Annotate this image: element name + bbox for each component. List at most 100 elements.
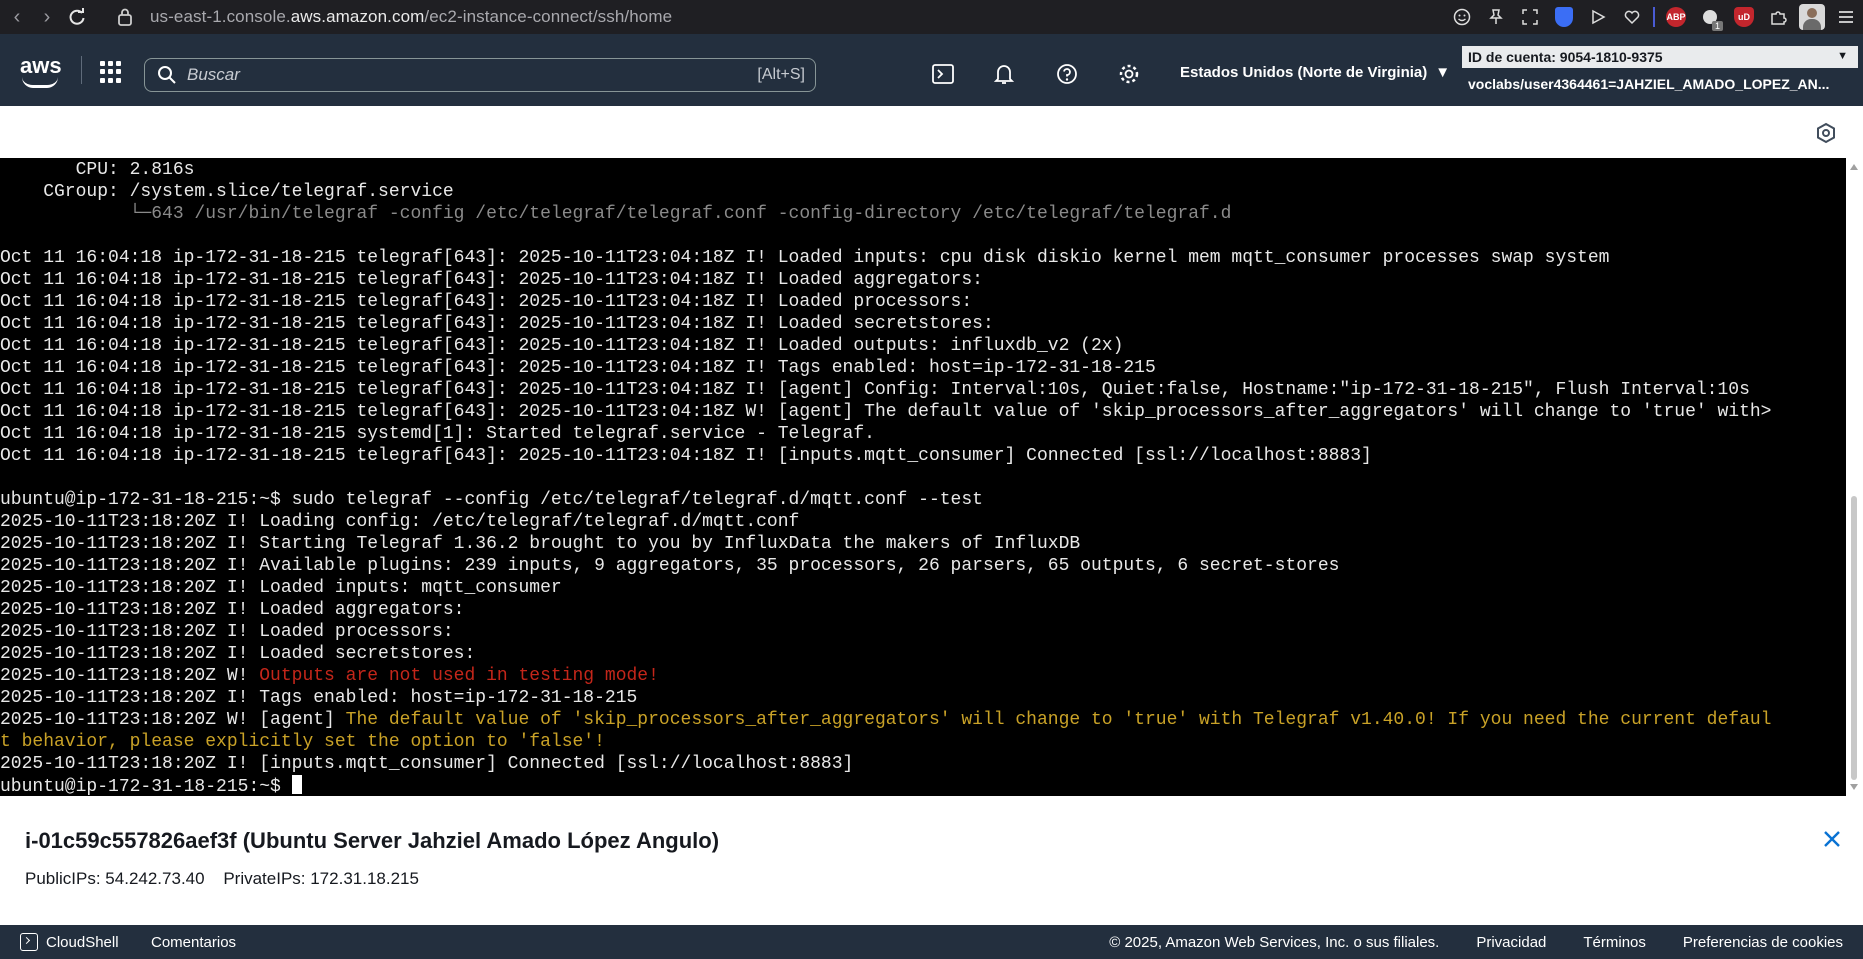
terminal-line: CGroup: /system.slice/telegraf.service <box>0 181 1772 203</box>
reload-icon[interactable] <box>64 4 90 30</box>
extensions-puzzle-icon[interactable] <box>1761 0 1795 34</box>
terminal-line: 2025-10-11T23:18:20Z I! Loading config: … <box>0 511 1772 533</box>
settings-gear-icon[interactable] <box>1114 59 1144 89</box>
terminal-line: 2025-10-11T23:18:20Z W! Outputs are not … <box>0 665 1772 687</box>
terminal-line: 2025-10-11T23:18:20Z I! Tags enabled: ho… <box>0 687 1772 709</box>
terminal-line-text: 2025-10-11T23:18:20Z I! Loaded aggregato… <box>0 600 465 620</box>
terminal-line-text: CPU: 2.816s <box>0 160 195 180</box>
region-selector[interactable]: Estados Unidos (Norte de Virginia) ▼ <box>1180 64 1450 81</box>
terms-link[interactable]: Términos <box>1583 934 1646 951</box>
terminal-line-text: 2025-10-11T23:18:20Z I! Starting Telegra… <box>0 534 1081 554</box>
terminal-line-text: Oct 11 16:04:18 ip-172-31-18-215 telegra… <box>0 270 983 290</box>
feedback-link[interactable]: Comentarios <box>151 934 236 951</box>
terminal-output: CPU: 2.816s CGroup: /system.slice/telegr… <box>0 159 1772 796</box>
terminal-line: ubuntu@ip-172-31-18-215:~$ <box>0 775 1772 796</box>
url-path: /ec2-instance-connect/ssh/home <box>424 7 673 26</box>
terminal-line: 2025-10-11T23:18:20Z I! Loaded inputs: m… <box>0 577 1772 599</box>
terminal-line-highlight: Outputs are not used in testing mode! <box>259 666 659 686</box>
cloudshell-button[interactable]: CloudShell <box>20 933 119 951</box>
notification-extension-icon[interactable]: 1 <box>1693 0 1727 34</box>
help-icon[interactable] <box>1052 59 1082 89</box>
scroll-up-icon[interactable] <box>1850 164 1858 170</box>
terminal-line-text: 2025-10-11T23:18:20Z I! [inputs.mqtt_con… <box>0 754 854 774</box>
separator <box>1649 0 1659 34</box>
bitwarden-icon[interactable] <box>1547 0 1581 34</box>
terminal-line-text: 2025-10-11T23:18:20Z I! Available plugin… <box>0 556 1340 576</box>
terminal-line-text: ubuntu@ip-172-31-18-215:~$ <box>0 777 292 796</box>
terminal-line-text: 2025-10-11T23:18:20Z I! Loaded inputs: m… <box>0 578 562 598</box>
terminal-cursor <box>291 775 302 794</box>
close-icon[interactable] <box>1821 828 1843 850</box>
search-input[interactable]: Buscar [Alt+S] <box>144 58 816 92</box>
terminal-line: 2025-10-11T23:18:20Z I! Loaded secretsto… <box>0 643 1772 665</box>
terminal-line-text: 2025-10-11T23:18:20Z I! Loaded processor… <box>0 622 454 642</box>
search-placeholder: Buscar <box>187 65 240 84</box>
settings-hex-icon[interactable] <box>1815 122 1837 144</box>
aws-top-navigation: aws Buscar [Alt+S] Estados Unidos (Norte… <box>0 34 1863 106</box>
menu-icon[interactable] <box>1829 0 1863 34</box>
terminal-line: 2025-10-11T23:18:20Z I! Starting Telegra… <box>0 533 1772 555</box>
terminal-line-text: Oct 11 16:04:18 ip-172-31-18-215 telegra… <box>0 336 1124 356</box>
terminal-line-text: Oct 11 16:04:18 ip-172-31-18-215 telegra… <box>0 380 1750 400</box>
terminal-line: 2025-10-11T23:18:20Z I! [inputs.mqtt_con… <box>0 753 1772 775</box>
terminal-line-text: 2025-10-11T23:18:20Z I! Tags enabled: ho… <box>0 688 638 708</box>
connect-toolbar <box>0 106 1863 158</box>
forward-icon[interactable]: › <box>34 4 60 30</box>
instance-info-panel: i-01c59c557826aef3f (Ubuntu Server Jahzi… <box>0 796 1863 925</box>
ublock-origin-icon[interactable]: uD <box>1727 0 1761 34</box>
terminal-line: ubuntu@ip-172-31-18-215:~$ sudo telegraf… <box>0 489 1772 511</box>
cloudshell-icon[interactable] <box>928 59 958 89</box>
terminal-line: Oct 11 16:04:18 ip-172-31-18-215 telegra… <box>0 357 1772 379</box>
terminal-line-text: Oct 11 16:04:18 ip-172-31-18-215 telegra… <box>0 248 1610 268</box>
terminal-line: 2025-10-11T23:18:20Z I! Loaded aggregato… <box>0 599 1772 621</box>
back-icon[interactable]: ‹ <box>4 4 30 30</box>
terminal-line: Oct 11 16:04:18 ip-172-31-18-215 telegra… <box>0 379 1772 401</box>
profile-avatar[interactable] <box>1795 0 1829 34</box>
caret-down-icon: ▼ <box>1435 64 1451 81</box>
cookie-preferences-link[interactable]: Preferencias de cookies <box>1683 934 1843 951</box>
region-label: Estados Unidos (Norte de Virginia) <box>1180 64 1428 81</box>
terminal-line-text: CGroup: /system.slice/telegraf.service <box>0 182 454 202</box>
terminal-line: Oct 11 16:04:18 ip-172-31-18-215 telegra… <box>0 313 1772 335</box>
terminal-line-text: Oct 11 16:04:18 ip-172-31-18-215 telegra… <box>0 314 994 334</box>
ssh-terminal[interactable]: CPU: 2.816s CGroup: /system.slice/telegr… <box>0 158 1846 796</box>
terminal-line: └─643 /usr/bin/telegraf -config /etc/tel… <box>0 203 1772 225</box>
account-id: ID de cuenta: 9054-1810-9375 <box>1468 49 1663 65</box>
terminal-line: Oct 11 16:04:18 ip-172-31-18-215 telegra… <box>0 445 1772 467</box>
terminal-line-highlight: The default value of 'skip_processors_af… <box>345 710 1772 730</box>
adblock-plus-icon[interactable]: ABP <box>1659 0 1693 34</box>
privacy-link[interactable]: Privacidad <box>1476 934 1546 951</box>
screenshot-icon[interactable] <box>1513 0 1547 34</box>
notifications-bell-icon[interactable] <box>989 59 1019 89</box>
user-identity: voclabs/user4364461=JAHZIEL_AMADO_LOPEZ_… <box>1468 76 1830 92</box>
aws-logo[interactable]: aws <box>20 53 62 88</box>
pin-icon[interactable] <box>1479 0 1513 34</box>
play-icon[interactable] <box>1581 0 1615 34</box>
terminal-line-text: 2025-10-11T23:18:20Z I! Loading config: … <box>0 512 800 532</box>
smiley-icon[interactable] <box>1445 0 1479 34</box>
public-ips: PublicIPs: 54.242.73.40 <box>25 869 205 888</box>
address-bar[interactable]: us-east-1.console.aws.amazon.com/ec2-ins… <box>150 7 672 27</box>
terminal-line-text: Oct 11 16:04:18 ip-172-31-18-215 telegra… <box>0 358 1156 378</box>
scrollbar-thumb[interactable] <box>1851 496 1857 780</box>
services-menu-icon[interactable] <box>100 61 122 83</box>
heart-icon[interactable] <box>1615 0 1649 34</box>
terminal-line: Oct 11 16:04:18 ip-172-31-18-215 telegra… <box>0 401 1772 423</box>
terminal-scrollbar[interactable] <box>1846 158 1863 796</box>
terminal-line: 2025-10-11T23:18:20Z I! Available plugin… <box>0 555 1772 577</box>
terminal-line-highlight: t behavior, please explicitly set the op… <box>0 732 605 752</box>
url-prefix: us-east-1.console. <box>150 7 291 26</box>
terminal-line: t behavior, please explicitly set the op… <box>0 731 1772 753</box>
terminal-line: CPU: 2.816s <box>0 159 1772 181</box>
browser-toolbar: ‹ › us-east-1.console.aws.amazon.com/ec2… <box>0 0 1863 34</box>
scroll-down-icon[interactable] <box>1850 784 1858 790</box>
lock-icon[interactable] <box>114 6 136 28</box>
account-menu[interactable]: ID de cuenta: 9054-1810-9375 ▼ <box>1462 46 1858 68</box>
caret-down-icon: ▼ <box>1837 50 1848 62</box>
terminal-line-text: 2025-10-11T23:18:20Z W! <box>0 666 260 686</box>
extension-count-badge: 1 <box>1711 21 1723 31</box>
terminal-line: Oct 11 16:04:18 ip-172-31-18-215 telegra… <box>0 247 1772 269</box>
terminal-line: 2025-10-11T23:18:20Z I! Loaded processor… <box>0 621 1772 643</box>
terminal-line: Oct 11 16:04:18 ip-172-31-18-215 telegra… <box>0 335 1772 357</box>
